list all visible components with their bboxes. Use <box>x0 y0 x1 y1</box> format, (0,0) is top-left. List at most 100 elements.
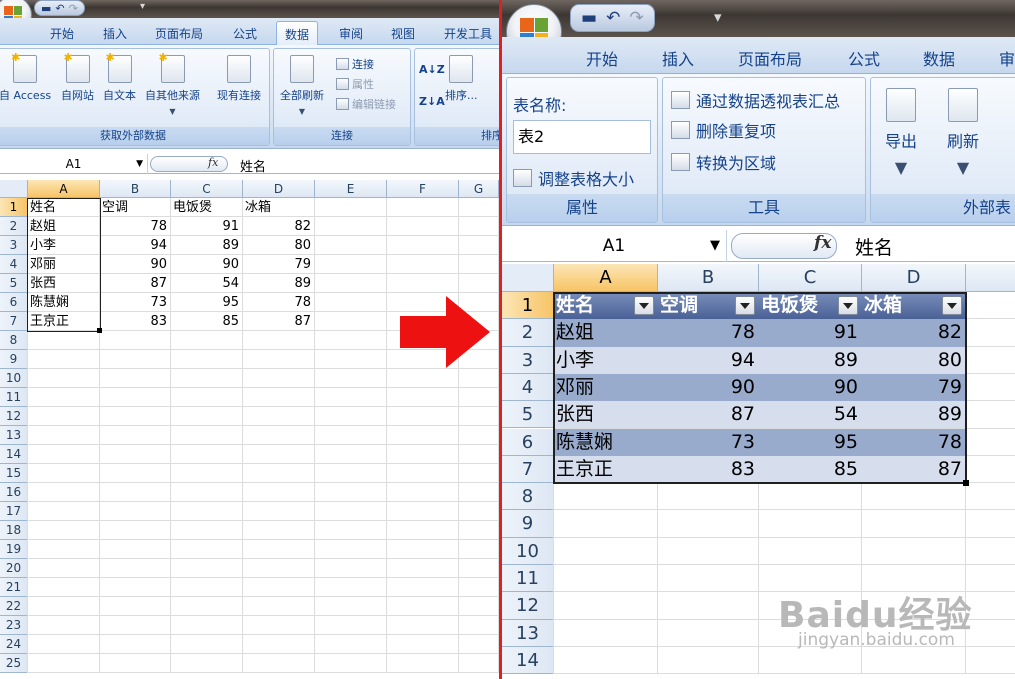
row-header-4[interactable]: 4 <box>0 255 28 274</box>
row-header-1[interactable]: 1 <box>502 292 554 320</box>
from-access-button[interactable]: ✱ 自 Access <box>0 52 51 103</box>
redo-icon[interactable]: ↷ <box>629 8 643 28</box>
from-other-sources-button[interactable]: ✱ 自其他来源 ▼ <box>145 52 200 116</box>
tab-review[interactable]: 审 <box>999 46 1015 70</box>
undo-icon[interactable]: ↶ <box>55 2 64 15</box>
refresh-button[interactable]: 刷新 ▼ <box>947 88 979 177</box>
value-cell[interactable]: 87 <box>102 274 167 293</box>
value-cell[interactable]: 80 <box>245 236 311 255</box>
convert-to-range-button[interactable]: 转换为区域 <box>671 150 776 174</box>
tab-developer[interactable]: 开发工具 <box>444 25 492 42</box>
row-header-6[interactable]: 6 <box>502 428 554 456</box>
save-icon[interactable]: ▬ <box>581 8 597 28</box>
tab-home[interactable]: 开始 <box>586 46 618 70</box>
value-cell[interactable]: 78 <box>102 217 167 236</box>
row-header-7[interactable]: 7 <box>0 312 28 331</box>
dropdown-arrow-icon[interactable]: ▼ <box>136 154 143 174</box>
row-header-19[interactable]: 19 <box>0 540 28 559</box>
value-cell[interactable]: 82 <box>245 217 311 236</box>
row-header-3[interactable]: 3 <box>0 236 28 255</box>
undo-icon[interactable]: ↶ <box>606 8 620 28</box>
row-header-20[interactable]: 20 <box>0 559 28 578</box>
value-cell[interactable]: 90 <box>173 255 239 274</box>
select-all-corner[interactable] <box>0 180 28 198</box>
row-header-22[interactable]: 22 <box>0 597 28 616</box>
column-header-a[interactable]: A <box>28 180 100 198</box>
resize-table-button[interactable]: 调整表格大小 <box>513 166 634 190</box>
tab-page-layout[interactable]: 页面布局 <box>155 25 203 42</box>
column-header-b[interactable]: B <box>100 180 171 198</box>
sort-descending-button[interactable]: Z↓A <box>419 95 445 108</box>
row-header-24[interactable]: 24 <box>0 635 28 654</box>
tab-home[interactable]: 开始 <box>50 25 74 42</box>
redo-icon[interactable]: ↷ <box>69 2 78 15</box>
column-header-d[interactable]: D <box>862 264 966 292</box>
value-cell[interactable]: 83 <box>102 312 167 331</box>
row-header-10[interactable]: 10 <box>502 537 554 565</box>
from-web-button[interactable]: ✱ 自网站 <box>61 52 94 103</box>
row-header-11[interactable]: 11 <box>502 565 554 593</box>
sort-ascending-button[interactable]: A↓Z <box>419 63 445 76</box>
row-header-14[interactable]: 14 <box>502 646 554 675</box>
row-header-12[interactable]: 12 <box>502 592 554 620</box>
table-header-cell[interactable]: 电饭煲 <box>173 198 241 217</box>
row-header-21[interactable]: 21 <box>0 578 28 597</box>
connections-button[interactable]: 连接 <box>336 56 374 72</box>
remove-duplicates-button[interactable]: 删除重复项 <box>671 118 776 142</box>
name-box[interactable]: A1 ▼ <box>502 230 727 262</box>
row-header-5[interactable]: 5 <box>0 274 28 293</box>
row-header-17[interactable]: 17 <box>0 502 28 521</box>
value-cell[interactable]: 89 <box>173 236 239 255</box>
value-cell[interactable]: 73 <box>102 293 167 312</box>
value-cell[interactable]: 85 <box>173 312 239 331</box>
export-button[interactable]: 导出 ▼ <box>885 88 917 177</box>
column-header-b[interactable]: B <box>658 264 759 292</box>
row-header-2[interactable]: 2 <box>502 319 554 347</box>
row-header-13[interactable]: 13 <box>502 619 554 647</box>
value-cell[interactable]: 78 <box>245 293 311 312</box>
column-header-a[interactable]: A <box>554 264 658 292</box>
qat-dropdown-icon[interactable]: ▾ <box>140 1 145 12</box>
value-cell[interactable]: 94 <box>102 236 167 255</box>
fill-handle[interactable] <box>97 328 102 333</box>
row-header-6[interactable]: 6 <box>0 293 28 312</box>
value-cell[interactable]: 79 <box>245 255 311 274</box>
existing-connections-button[interactable]: 现有连接 <box>217 55 261 103</box>
name-box[interactable]: A1 ▼ <box>0 154 148 174</box>
resize-handle[interactable] <box>963 480 969 487</box>
column-header-d[interactable]: D <box>243 180 315 198</box>
tab-formulas[interactable]: 公式 <box>848 46 880 70</box>
select-all-corner[interactable] <box>502 264 554 292</box>
tab-page-layout[interactable]: 页面布局 <box>738 46 802 70</box>
value-cell[interactable]: 54 <box>173 274 239 293</box>
properties-button[interactable]: 属性 <box>336 76 374 92</box>
value-cell[interactable]: 91 <box>173 217 239 236</box>
row-header-11[interactable]: 11 <box>0 388 28 407</box>
column-header-g[interactable]: G <box>459 180 499 198</box>
value-cell[interactable]: 95 <box>173 293 239 312</box>
table-header-cell[interactable]: 空调 <box>102 198 169 217</box>
summarize-pivot-button[interactable]: 通过数据透视表汇总 <box>671 88 840 112</box>
row-header-7[interactable]: 7 <box>502 455 554 484</box>
row-header-23[interactable]: 23 <box>0 616 28 635</box>
fx-icon[interactable]: fx <box>814 233 831 253</box>
column-header-c[interactable]: C <box>759 264 862 292</box>
from-text-button[interactable]: ✱ 自文本 <box>103 52 136 103</box>
row-header-5[interactable]: 5 <box>502 401 554 429</box>
tab-review[interactable]: 审阅 <box>339 25 363 42</box>
column-header-e[interactable] <box>966 264 1015 292</box>
value-cell[interactable]: 87 <box>245 312 311 331</box>
tab-view[interactable]: 视图 <box>391 25 415 42</box>
refresh-all-button[interactable]: 全部刷新 ▼ <box>280 55 324 116</box>
fx-icon[interactable]: fx <box>208 156 218 169</box>
tab-formulas[interactable]: 公式 <box>233 25 257 42</box>
row-header-9[interactable]: 9 <box>502 510 554 538</box>
row-header-14[interactable]: 14 <box>0 445 28 464</box>
value-cell[interactable]: 90 <box>102 255 167 274</box>
column-header-c[interactable]: C <box>171 180 243 198</box>
column-header-f[interactable]: F <box>387 180 459 198</box>
row-header-8[interactable]: 8 <box>502 483 554 511</box>
row-header-12[interactable]: 12 <box>0 407 28 426</box>
row-header-2[interactable]: 2 <box>0 217 28 236</box>
row-header-16[interactable]: 16 <box>0 483 28 502</box>
